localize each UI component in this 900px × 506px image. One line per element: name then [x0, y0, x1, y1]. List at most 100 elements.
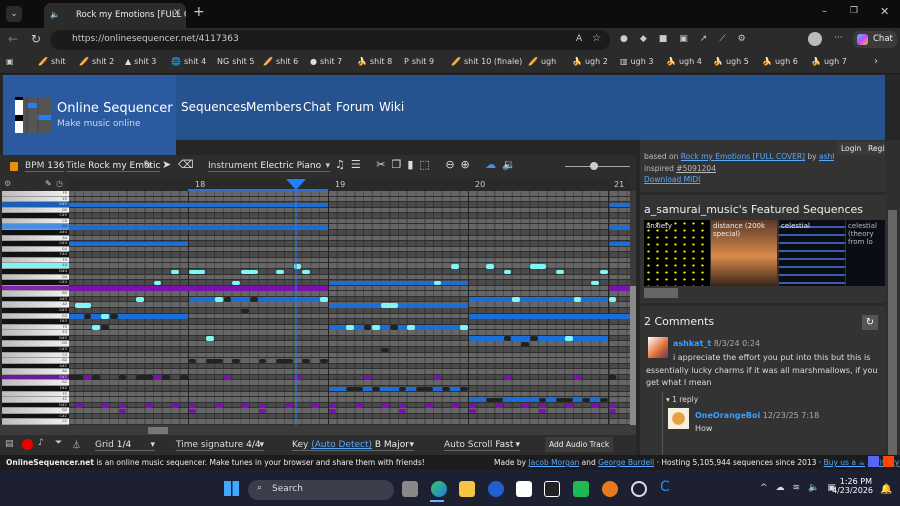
- copy-icon[interactable]: ❐: [391, 158, 407, 171]
- based-on-author-link[interactable]: ashkat_t: [819, 152, 834, 161]
- note-cyan[interactable]: [433, 280, 442, 286]
- note-cyan[interactable]: [319, 297, 328, 302]
- auto-detect-link[interactable]: (Auto Detect): [311, 440, 372, 450]
- note-cyan[interactable]: [512, 297, 520, 302]
- note-purple[interactable]: [468, 403, 477, 408]
- clock[interactable]: 1:26 PM 4/23/2026: [832, 477, 873, 495]
- bookmark-item[interactable]: ▥ ugh 3: [620, 57, 653, 66]
- restore-icon[interactable]: ❐: [850, 6, 858, 16]
- note-purple[interactable]: [83, 375, 92, 380]
- note-black[interactable]: [363, 325, 372, 330]
- note-purple[interactable]: [398, 408, 407, 414]
- tab-list-icon[interactable]: ⌄: [6, 6, 22, 22]
- bookmark-item[interactable]: 🍌 ugh 7: [811, 57, 847, 66]
- speaker-icon[interactable]: 🔈: [50, 10, 60, 19]
- featured-scrollbar[interactable]: [644, 288, 678, 298]
- author-link[interactable]: George Burdell: [598, 458, 654, 467]
- note-cyan[interactable]: [276, 269, 284, 275]
- note-purple[interactable]: [538, 408, 547, 414]
- nav-sequences[interactable]: Sequences: [181, 100, 246, 114]
- note-black[interactable]: [372, 386, 380, 392]
- avatar[interactable]: [668, 408, 689, 429]
- note-blue[interactable]: [69, 241, 188, 247]
- note-blue[interactable]: [468, 297, 608, 302]
- note-cyan[interactable]: [74, 302, 92, 308]
- note-blue[interactable]: [468, 336, 608, 341]
- note-black[interactable]: [556, 397, 573, 403]
- note-purple[interactable]: [451, 403, 459, 408]
- note-cyan[interactable]: [381, 302, 398, 308]
- taskbar-search[interactable]: ⌕ Search: [248, 480, 394, 500]
- note-blue[interactable]: [608, 202, 630, 208]
- bookmark-item[interactable]: 🍌 shit 8: [357, 57, 392, 66]
- note-black[interactable]: [346, 386, 363, 392]
- add-audio-track-button[interactable]: Add Audio Track: [545, 437, 614, 452]
- note-cyan[interactable]: [92, 325, 100, 330]
- note-black[interactable]: [529, 336, 538, 341]
- note-blue[interactable]: [608, 241, 630, 247]
- note-black[interactable]: [69, 375, 83, 380]
- start-button-icon[interactable]: [224, 481, 239, 496]
- notification-bell-icon[interactable]: 🔔: [880, 484, 892, 495]
- record-button[interactable]: [22, 439, 33, 450]
- note-cyan[interactable]: [591, 280, 599, 286]
- note-purple[interactable]: [74, 403, 83, 408]
- nav-wiki[interactable]: Wiki: [379, 100, 404, 114]
- fl-studio-icon[interactable]: [602, 481, 618, 497]
- note-purple[interactable]: [494, 403, 503, 408]
- favorite-star-icon[interactable]: ☆: [592, 33, 601, 44]
- login-button[interactable]: Login: [837, 142, 866, 155]
- note-purple[interactable]: [503, 375, 512, 380]
- featured-thumb[interactable]: distance (200k special): [711, 220, 777, 286]
- close-window-icon[interactable]: ✕: [880, 5, 889, 18]
- note-purple[interactable]: [258, 403, 267, 408]
- note-black[interactable]: [608, 375, 617, 380]
- page-scrollbar-thumb[interactable]: [888, 210, 897, 455]
- discord-icon[interactable]: [868, 456, 879, 467]
- note-blue[interactable]: [608, 224, 630, 230]
- metronome-icon[interactable]: ⏃: [72, 438, 81, 451]
- note-cyan[interactable]: [136, 297, 144, 302]
- select-icon[interactable]: ⬚: [419, 158, 435, 171]
- bookmark-item[interactable]: 🍌 ugh 6: [762, 57, 798, 66]
- note-cyan[interactable]: [599, 269, 608, 275]
- grid-vertical-scrollbar[interactable]: [630, 191, 636, 425]
- read-aloud-icon[interactable]: A: [576, 34, 582, 44]
- note-cyan[interactable]: [188, 269, 205, 275]
- bookmark-item[interactable]: 🥖 shit 2: [79, 57, 114, 66]
- note-blue[interactable]: [188, 297, 328, 302]
- copilot-chat-button[interactable]: Chat: [853, 31, 897, 48]
- site-name[interactable]: Online Sequencer: [57, 101, 173, 116]
- note-cyan[interactable]: [171, 269, 179, 275]
- edit-icon[interactable]: ✎: [143, 158, 153, 172]
- note-purple[interactable]: [564, 403, 573, 408]
- note-purple[interactable]: [608, 286, 630, 291]
- note-cyan[interactable]: [153, 280, 162, 286]
- bookmark-item[interactable]: 🍌 ugh 5: [713, 57, 749, 66]
- bookmark-item[interactable]: 🥖 shit: [38, 57, 66, 66]
- note-cyan[interactable]: [564, 336, 573, 341]
- cloud-upload-icon[interactable]: ☁: [485, 158, 502, 171]
- note-purple[interactable]: [538, 403, 547, 408]
- note-black[interactable]: [232, 358, 240, 364]
- measure-ruler[interactable]: [69, 178, 630, 191]
- bookmark-item[interactable]: 🥖 shit 6: [263, 57, 298, 66]
- comment-author[interactable]: OneOrangeBoi: [695, 411, 760, 420]
- key-select[interactable]: Key (Auto Detect) B Major ▾: [292, 440, 414, 451]
- obs-icon[interactable]: [631, 481, 647, 497]
- note-purple[interactable]: [424, 403, 433, 408]
- note-cyan[interactable]: [556, 269, 564, 275]
- note-purple[interactable]: [328, 403, 337, 408]
- bookmark-item[interactable]: 🍌 ugh 2: [572, 57, 608, 66]
- collections-icon[interactable]: ▣: [6, 57, 14, 66]
- grid-horizontal-scrollbar-thumb[interactable]: [148, 427, 168, 434]
- nav-forum[interactable]: Forum: [336, 100, 374, 114]
- edge-icon[interactable]: [431, 481, 447, 497]
- note-purple[interactable]: [153, 375, 162, 380]
- note-black[interactable]: [249, 297, 258, 302]
- grid-vertical-scrollbar-thumb[interactable]: [630, 286, 636, 425]
- pointer-tool-icon[interactable]: ➤: [162, 158, 171, 171]
- note-purple[interactable]: [363, 375, 372, 380]
- note-black[interactable]: [599, 397, 608, 403]
- note-black[interactable]: [206, 358, 223, 364]
